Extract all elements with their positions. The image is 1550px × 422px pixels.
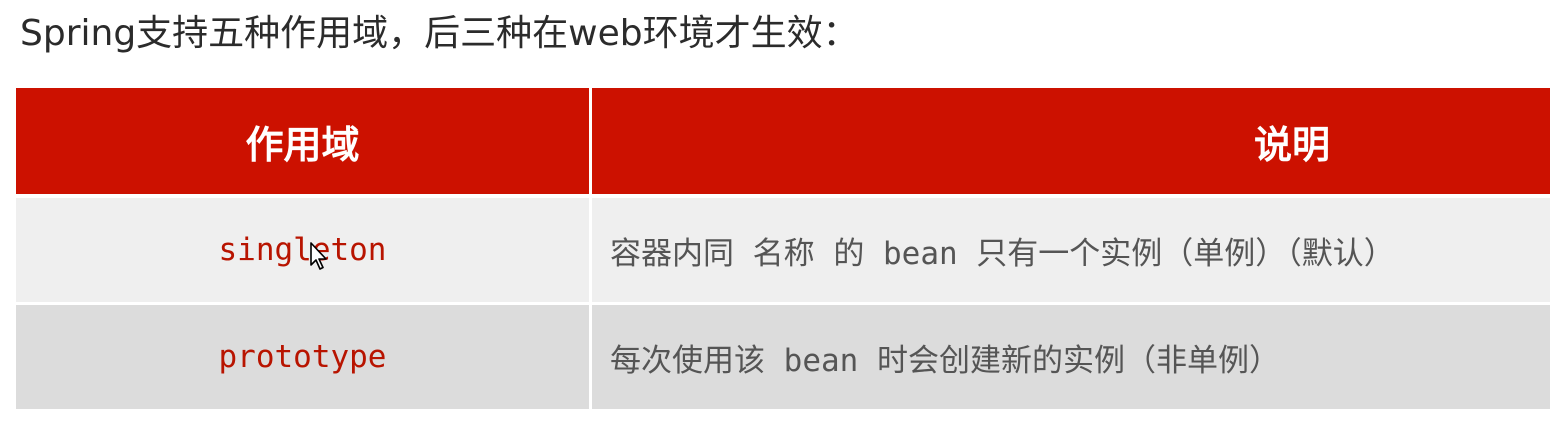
scope-cell: singleton <box>16 198 592 302</box>
table-row: prototype 每次使用该 bean 时会创建新的实例（非单例） <box>16 302 1550 409</box>
scope-cell: prototype <box>16 302 592 409</box>
scope-table: 作用域 说明 singleton 容器内同 名称 的 bean 只有一个实例（单… <box>16 88 1550 409</box>
header-scope: 作用域 <box>16 88 592 194</box>
table-header-row: 作用域 说明 <box>16 88 1550 194</box>
table-row: singleton 容器内同 名称 的 bean 只有一个实例（单例）（默认） <box>16 198 1550 302</box>
mouse-pointer-icon <box>310 242 327 270</box>
description-cell: 容器内同 名称 的 bean 只有一个实例（单例）（默认） <box>592 198 1550 302</box>
description-cell: 每次使用该 bean 时会创建新的实例（非单例） <box>592 302 1550 409</box>
intro-heading: Spring支持五种作用域，后三种在web环境才生效： <box>20 13 859 54</box>
header-description: 说明 <box>592 88 1550 194</box>
